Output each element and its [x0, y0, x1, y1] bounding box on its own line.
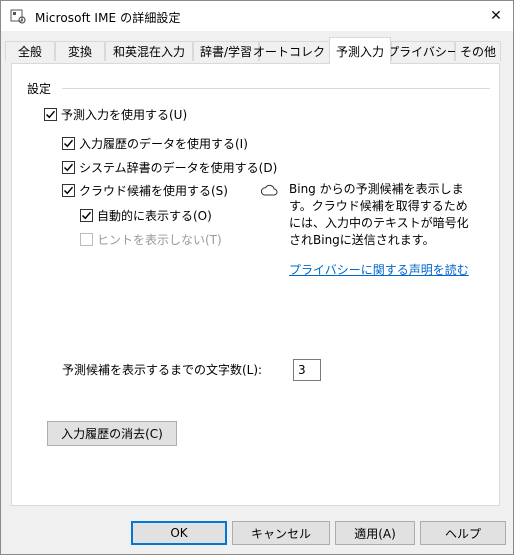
cancel-button[interactable]: キャンセル	[232, 521, 330, 545]
checkbox-box[interactable]	[44, 107, 57, 121]
close-icon: ✕	[490, 8, 502, 24]
tab-privacy[interactable]: プライバシー	[387, 41, 459, 61]
use-history-checkbox[interactable]: 入力履歴のデータを使用する(I)	[62, 135, 248, 151]
close-button[interactable]: ✕	[479, 1, 513, 31]
hide-hint-checkbox[interactable]: ヒントを表示しない(T)	[80, 231, 222, 247]
ime-settings-icon	[10, 8, 26, 24]
bing-description: Bing からの予測候補を表示します。クラウド候補を取得するためには、入力中のテ…	[289, 182, 469, 247]
checkmark-icon	[63, 186, 74, 194]
settings-group-label: 設定	[27, 82, 52, 96]
checkbox-box[interactable]	[62, 160, 75, 174]
use-prediction-checkbox[interactable]: 予測入力を使用する(U)	[44, 106, 187, 122]
ok-button[interactable]: OK	[131, 521, 227, 545]
tab-mixed-input[interactable]: 和英混在入力	[105, 41, 193, 61]
privacy-statement-link[interactable]: プライバシーに関する声明を読む	[289, 261, 469, 278]
tab-general[interactable]: 全般	[5, 41, 55, 61]
checkbox-box[interactable]	[62, 136, 75, 150]
tab-autocorrect[interactable]: オートコレクト	[253, 41, 337, 61]
checkmark-icon	[81, 211, 92, 219]
title-bar[interactable]: Microsoft IME の詳細設定 ✕	[1, 1, 513, 31]
tab-conversion[interactable]: 変換	[55, 41, 105, 61]
tab-dictionary[interactable]: 辞書/学習	[193, 41, 259, 61]
auto-show-checkbox[interactable]: 自動的に表示する(O)	[80, 207, 212, 223]
use-system-dictionary-checkbox[interactable]: システム辞書のデータを使用する(D)	[62, 159, 277, 175]
prediction-settings-panel: 設定 予測入力を使用する(U) 入力履歴のデータを使用する(I) システム辞書の…	[11, 63, 500, 506]
checkbox-box[interactable]	[80, 232, 93, 246]
tab-prediction[interactable]: 予測入力	[329, 37, 391, 64]
tab-strip: 全般 変換 和英混在入力 辞書/学習 オートコレクト 予測入力 プライバシー そ…	[5, 37, 507, 64]
help-button[interactable]: ヘルプ	[420, 521, 506, 545]
cloud-icon	[260, 184, 278, 196]
checkmark-icon	[63, 163, 74, 171]
chars-count-label: 予測候補を表示するまでの文字数(L):	[62, 363, 263, 377]
ime-settings-dialog: Microsoft IME の詳細設定 ✕ 全般 変換 和英混在入力 辞書/学習…	[0, 0, 514, 555]
checkmark-icon	[45, 110, 56, 118]
tab-other[interactable]: その他	[455, 41, 501, 61]
window-title: Microsoft IME の詳細設定	[35, 11, 181, 25]
apply-button[interactable]: 適用(A)	[335, 521, 415, 545]
checkmark-icon	[63, 139, 74, 147]
use-cloud-candidates-checkbox[interactable]: クラウド候補を使用する(S)	[62, 182, 228, 198]
chars-count-input[interactable]	[293, 359, 321, 381]
clear-history-button[interactable]: 入力履歴の消去(C)	[47, 421, 177, 446]
group-divider	[62, 88, 490, 89]
checkbox-box[interactable]	[80, 208, 93, 222]
checkbox-box[interactable]	[62, 183, 75, 197]
